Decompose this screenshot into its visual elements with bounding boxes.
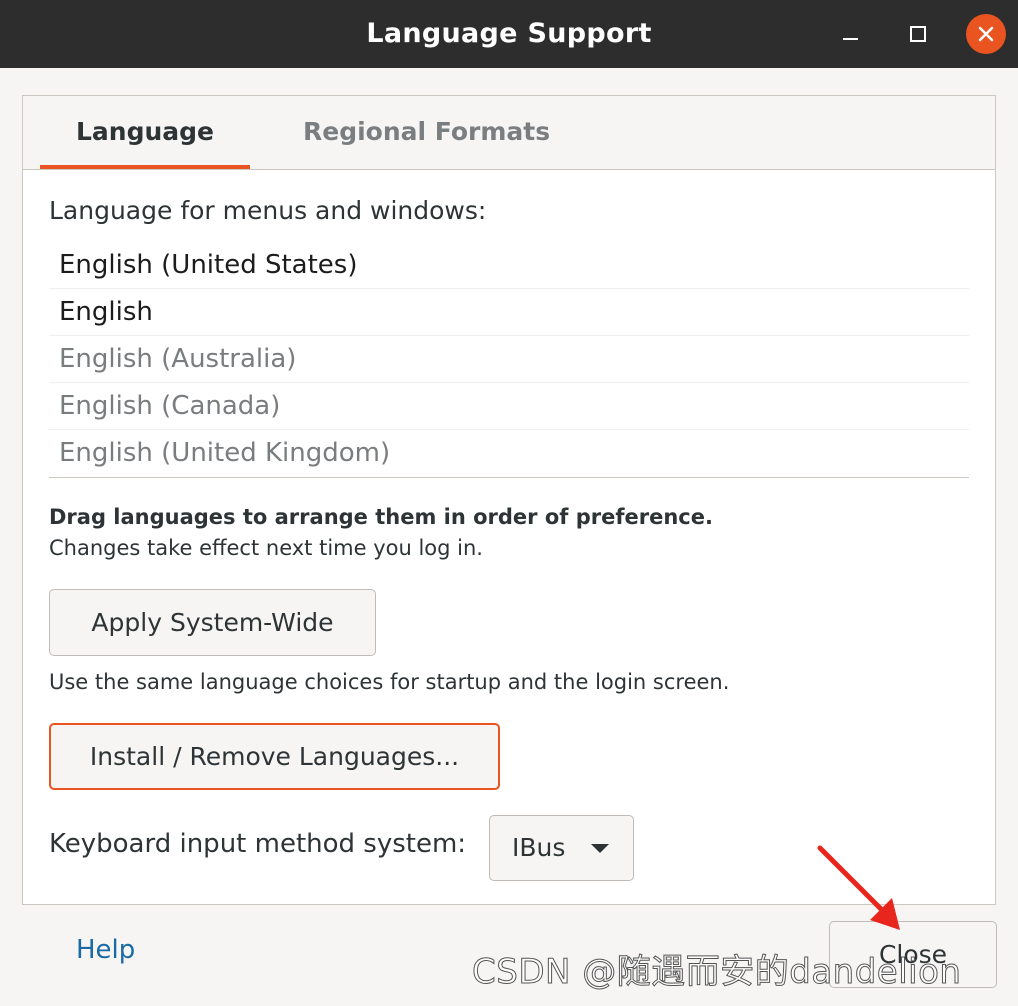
language-item-english-australia[interactable]: English (Australia) <box>49 336 969 383</box>
language-item-english-uk[interactable]: English (United Kingdom) <box>49 430 969 477</box>
close-icon[interactable] <box>966 14 1006 54</box>
menus-language-label: Language for menus and windows: <box>49 196 487 225</box>
changes-note: Changes take effect next time you log in… <box>49 536 483 560</box>
apply-note: Use the same language choices for startu… <box>49 670 730 694</box>
language-item-english[interactable]: English <box>49 289 969 336</box>
tab-bar: Language Regional Formats <box>23 96 995 170</box>
title-bar: Language Support <box>0 0 1018 68</box>
keyboard-input-label: Keyboard input method system: <box>49 829 467 859</box>
maximize-icon[interactable] <box>897 14 937 54</box>
help-button[interactable]: Help <box>76 935 135 965</box>
notebook-frame: Language Regional Formats Language for m… <box>22 95 996 905</box>
keyboard-input-combo[interactable]: IBus <box>489 815 634 881</box>
drag-instruction: Drag languages to arrange them in order … <box>49 505 713 529</box>
close-x-glyph <box>978 26 994 42</box>
tab-language[interactable]: Language <box>40 96 250 169</box>
red-arrow-icon <box>817 845 900 930</box>
tab-regional-formats[interactable]: Regional Formats <box>303 96 550 169</box>
chevron-down-icon <box>591 844 609 853</box>
language-item-english-us[interactable]: English (United States) <box>49 242 969 289</box>
language-item-english-canada[interactable]: English (Canada) <box>49 383 969 430</box>
language-list: English (United States) English English … <box>49 242 969 478</box>
apply-system-wide-button[interactable]: Apply System-Wide <box>49 589 376 656</box>
install-remove-languages-button[interactable]: Install / Remove Languages... <box>49 723 500 790</box>
keyboard-input-value: IBus <box>512 833 566 862</box>
watermark-text: CSDN @随遇而安的dandelion <box>471 952 962 993</box>
minimize-icon[interactable] <box>830 14 870 54</box>
